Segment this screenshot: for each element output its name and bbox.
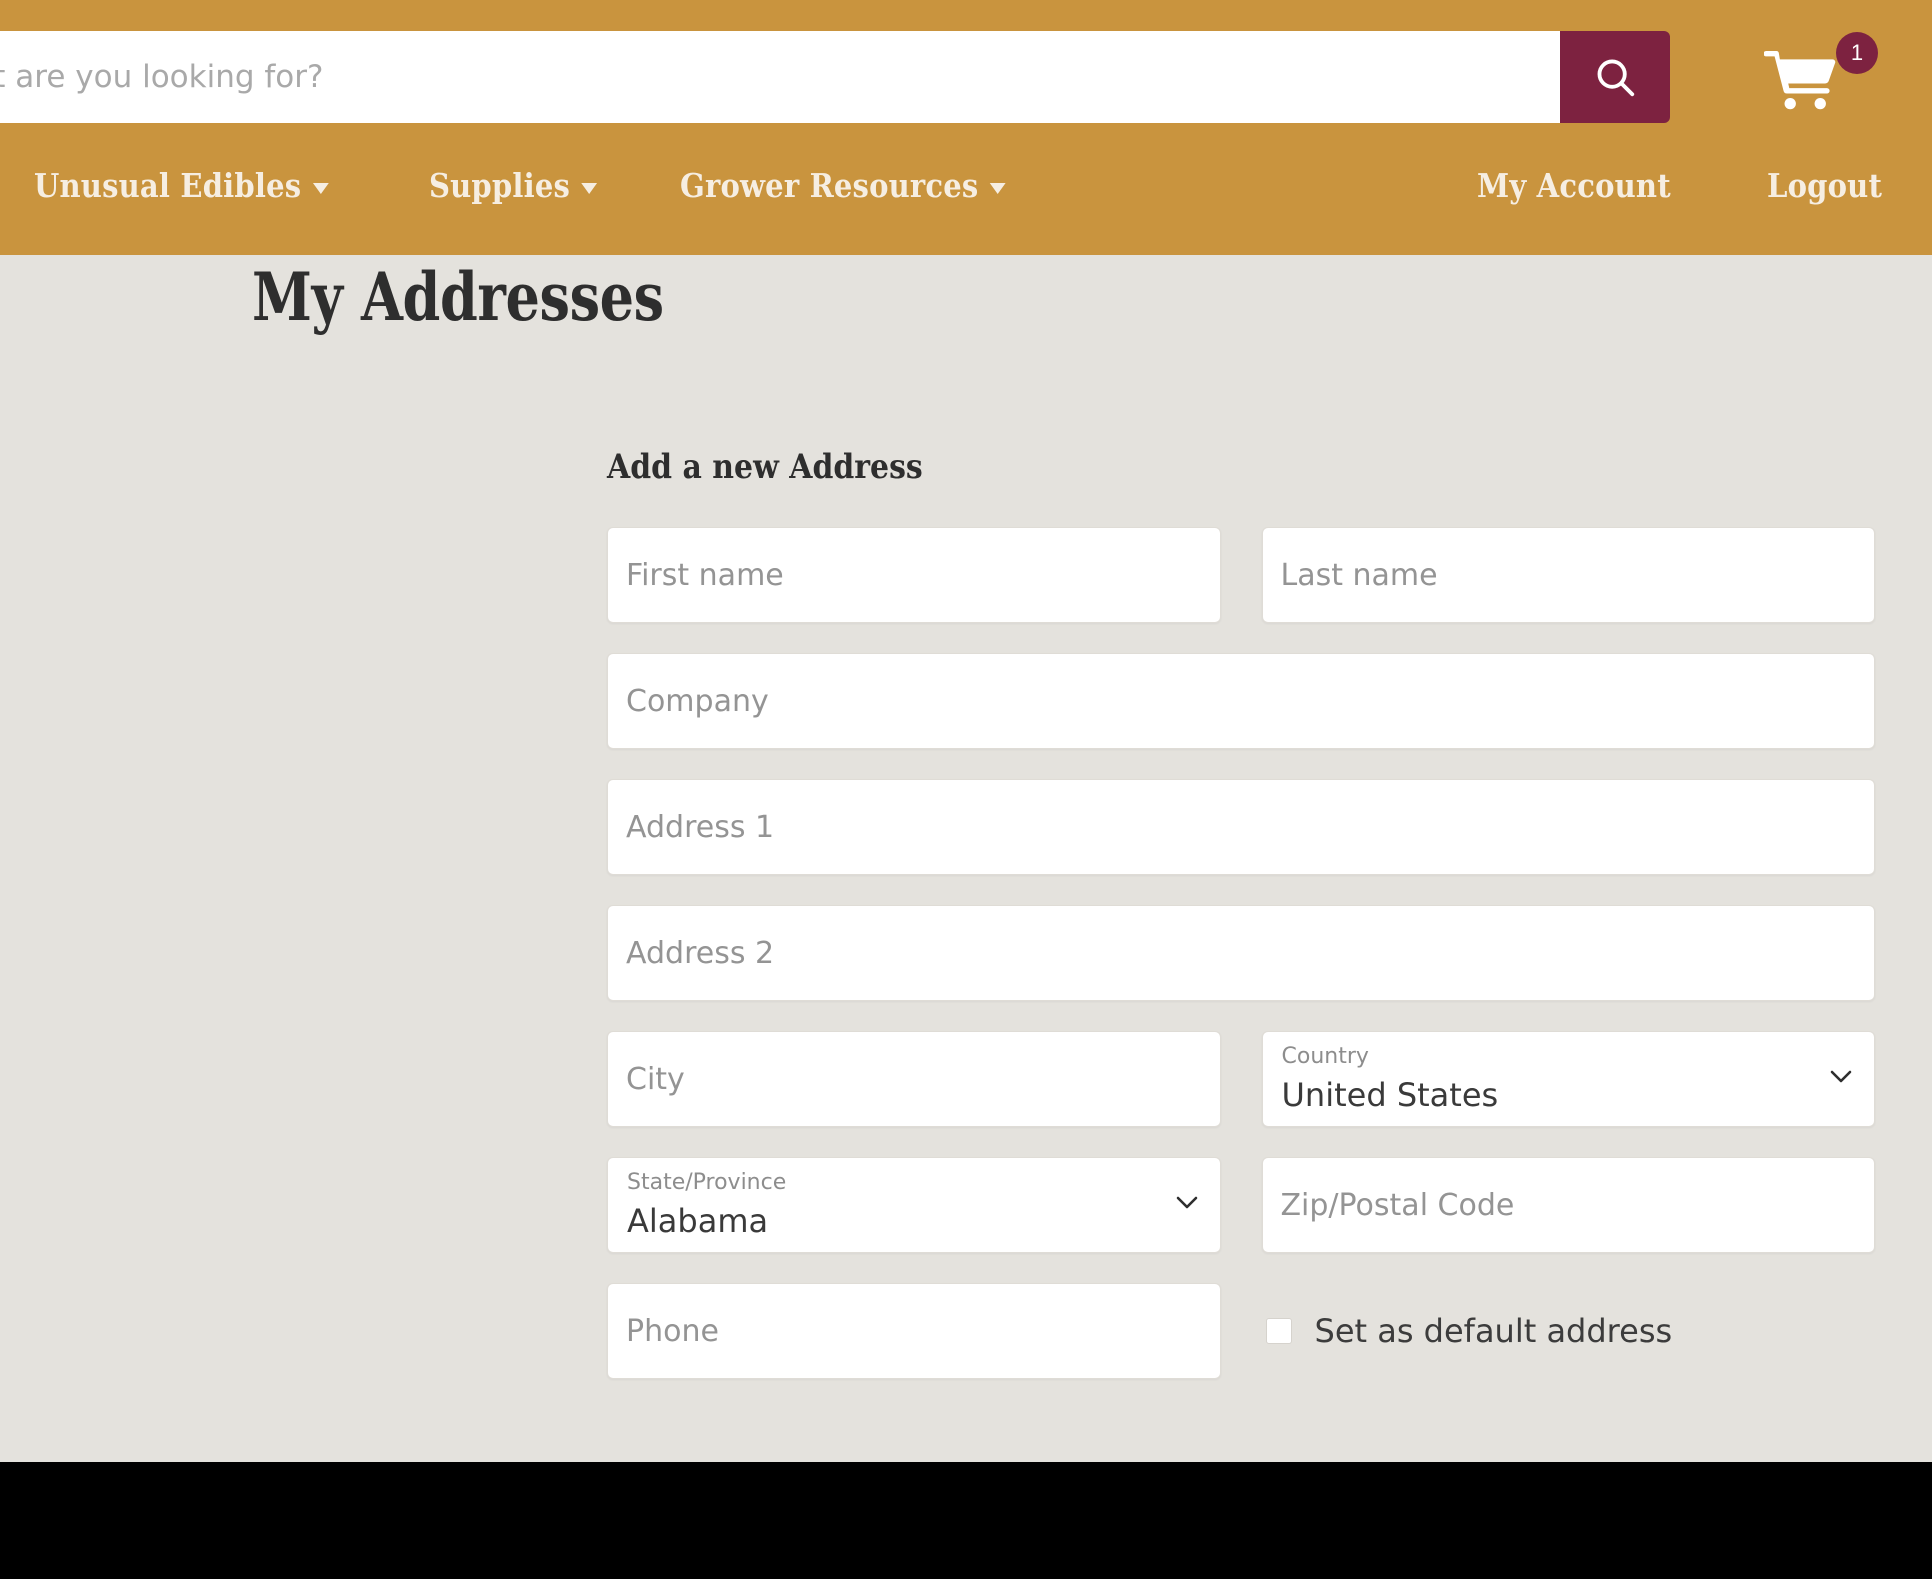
form-heading: Add a new Address bbox=[607, 447, 923, 487]
shopping-cart-icon bbox=[1763, 48, 1844, 112]
company-field[interactable] bbox=[607, 653, 1875, 749]
main-navigation: Unusual Edibles Supplies Grower Resource… bbox=[0, 160, 1932, 235]
phone-col bbox=[607, 1283, 1221, 1379]
phone-field[interactable] bbox=[607, 1283, 1221, 1379]
default-address-col: Set as default address bbox=[1262, 1283, 1876, 1379]
search-input[interactable] bbox=[0, 31, 1560, 123]
form-row-address1 bbox=[607, 779, 1875, 875]
page-root: 1 Unusual Edibles Supplies Grower Resour… bbox=[0, 0, 1932, 1579]
last-name-col bbox=[1261, 527, 1875, 623]
company-col bbox=[607, 653, 1875, 749]
nav-item-my-account[interactable]: My Account bbox=[1477, 160, 1671, 211]
nav-item-unusual-edibles[interactable]: Unusual Edibles bbox=[34, 160, 329, 211]
nav-item-logout[interactable]: Logout bbox=[1767, 160, 1882, 211]
footer-band bbox=[0, 1462, 1932, 1579]
form-row-address2 bbox=[607, 905, 1875, 1001]
page-title: My Addresses bbox=[252, 258, 664, 337]
city-input[interactable] bbox=[608, 1032, 1220, 1126]
address-form: Add a new Address First name Last name C… bbox=[607, 447, 1875, 1409]
search-button[interactable] bbox=[1560, 31, 1670, 123]
zip-field[interactable] bbox=[1261, 1157, 1875, 1253]
default-address-row: Set as default address bbox=[1262, 1283, 1876, 1379]
phone-input[interactable] bbox=[608, 1284, 1220, 1378]
nav-primary-links: Unusual Edibles Supplies Grower Resource… bbox=[34, 160, 1110, 211]
nav-item-supplies[interactable]: Supplies bbox=[429, 160, 597, 211]
address1-col bbox=[607, 779, 1875, 875]
chevron-down-icon bbox=[1176, 1196, 1198, 1209]
form-row-phone-default: Set as default address bbox=[607, 1283, 1875, 1379]
nav-item-label: Logout bbox=[1767, 166, 1883, 205]
default-address-label: Set as default address bbox=[1314, 1312, 1673, 1350]
nav-item-label: Grower Resources bbox=[679, 166, 979, 205]
country-col: Country United States bbox=[1261, 1031, 1875, 1127]
state-label: State/Province bbox=[627, 1170, 787, 1195]
cart-button[interactable]: 1 bbox=[1763, 32, 1884, 122]
cart-count-badge: 1 bbox=[1836, 32, 1878, 74]
state-select[interactable]: State/Province Alabama bbox=[607, 1157, 1221, 1253]
country-selected-value: United States bbox=[1281, 1076, 1499, 1114]
address1-field[interactable] bbox=[607, 779, 1875, 875]
chevron-down-icon bbox=[312, 183, 329, 194]
country-select[interactable]: Country United States bbox=[1261, 1031, 1875, 1127]
form-row-company bbox=[607, 653, 1875, 749]
address1-input[interactable] bbox=[608, 780, 1874, 874]
state-col: State/Province Alabama bbox=[607, 1157, 1221, 1253]
last-name-field[interactable] bbox=[1261, 527, 1875, 623]
chevron-down-icon bbox=[581, 183, 597, 194]
chevron-down-icon bbox=[1830, 1070, 1852, 1083]
zip-input[interactable] bbox=[1262, 1158, 1874, 1252]
nav-item-label: Unusual Edibles bbox=[34, 166, 302, 205]
nav-item-label: My Account bbox=[1477, 166, 1671, 205]
default-address-checkbox[interactable] bbox=[1265, 1318, 1292, 1344]
address2-input[interactable] bbox=[608, 906, 1874, 1000]
form-row-state-zip: State/Province Alabama bbox=[607, 1157, 1875, 1253]
nav-item-grower-resources[interactable]: Grower Resources bbox=[680, 160, 1006, 211]
address2-field[interactable] bbox=[607, 905, 1875, 1001]
form-row-city-country: Country United States bbox=[607, 1031, 1875, 1127]
first-name-col bbox=[607, 527, 1221, 623]
state-selected-value: Alabama bbox=[627, 1202, 769, 1240]
city-col bbox=[607, 1031, 1221, 1127]
chevron-down-icon bbox=[989, 183, 1006, 194]
company-input[interactable] bbox=[608, 654, 1874, 748]
first-name-field[interactable] bbox=[607, 527, 1221, 623]
first-name-input[interactable] bbox=[608, 528, 1220, 622]
form-row-name bbox=[607, 527, 1875, 623]
zip-col bbox=[1261, 1157, 1875, 1253]
site-header: 1 Unusual Edibles Supplies Grower Resour… bbox=[0, 0, 1932, 255]
city-field[interactable] bbox=[607, 1031, 1221, 1127]
nav-item-label: Supplies bbox=[428, 166, 570, 205]
search-bar bbox=[0, 31, 1670, 123]
search-icon bbox=[1592, 54, 1638, 100]
address2-col bbox=[607, 905, 1875, 1001]
last-name-input[interactable] bbox=[1262, 528, 1874, 622]
country-label: Country bbox=[1281, 1044, 1369, 1069]
nav-account-links: My Account Logout bbox=[1407, 160, 1898, 211]
